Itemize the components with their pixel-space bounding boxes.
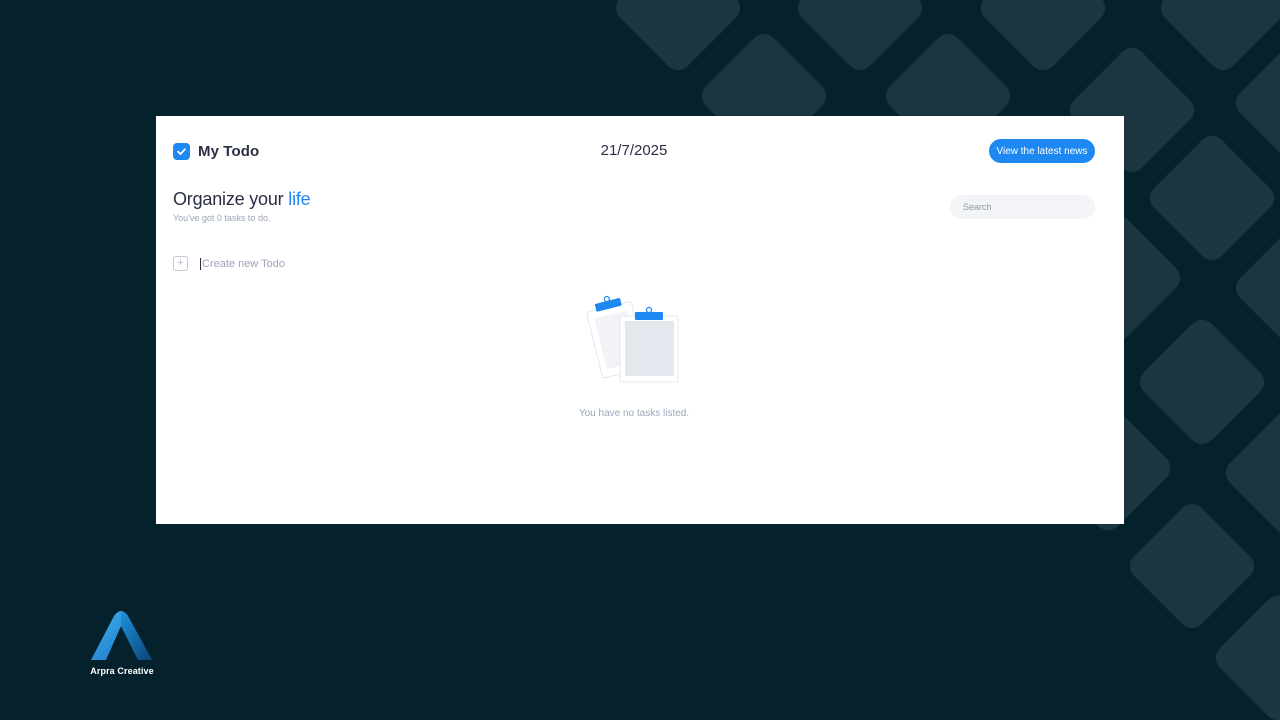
view-latest-news-button[interactable]: View the latest news bbox=[989, 139, 1095, 163]
plus-icon[interactable]: + bbox=[173, 256, 188, 271]
page-title-accent: life bbox=[288, 189, 311, 209]
todo-card: My Todo 21/7/2025 View the latest news O… bbox=[156, 116, 1124, 524]
company-name: Arpra Creative bbox=[90, 666, 154, 676]
current-date: 21/7/2025 bbox=[600, 142, 668, 159]
page-title-prefix: Organize your bbox=[173, 189, 284, 209]
clipboard-icon bbox=[586, 295, 679, 383]
create-todo-input[interactable] bbox=[200, 257, 402, 270]
page-title: Organize your life bbox=[173, 189, 311, 210]
search-input[interactable] bbox=[950, 195, 1095, 219]
create-todo-row: + bbox=[173, 256, 402, 271]
arpra-logo-icon bbox=[91, 611, 152, 660]
empty-state-message: You have no tasks listed. bbox=[578, 408, 690, 419]
task-count-text: You've got 0 tasks to do. bbox=[173, 213, 271, 223]
